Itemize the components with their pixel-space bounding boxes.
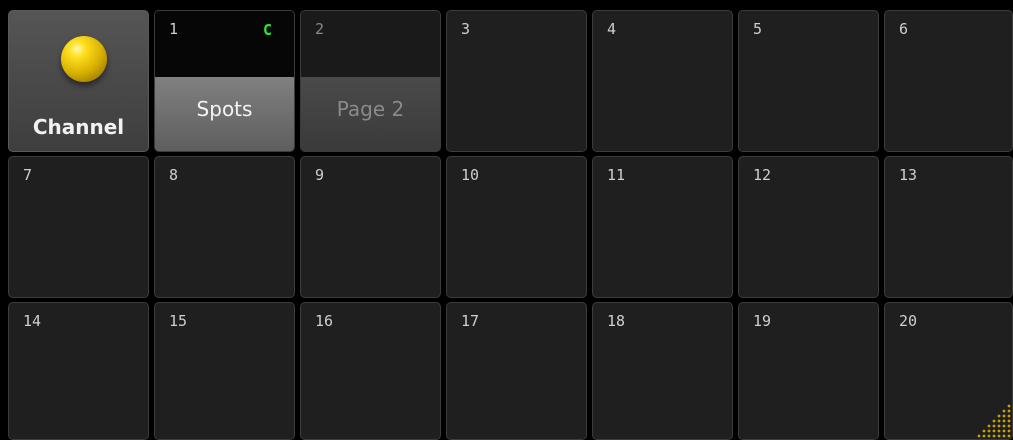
cell-number: 17 <box>461 312 480 330</box>
cell-number: 11 <box>607 166 626 184</box>
empty-pool-cell[interactable]: 17 <box>446 302 587 440</box>
empty-pool-cell[interactable]: 15 <box>154 302 295 440</box>
empty-pool-cell[interactable]: 9 <box>300 156 441 298</box>
empty-pool-cell[interactable]: 16 <box>300 302 441 440</box>
cell-number: 9 <box>315 166 325 184</box>
page-label: Page 2 <box>336 97 405 121</box>
cell-number: 10 <box>461 166 480 184</box>
empty-pool-cell[interactable]: 13 <box>884 156 1013 298</box>
empty-pool-cell[interactable]: 4 <box>592 10 733 152</box>
page-cell-2[interactable]: 2 Page 2 <box>300 10 441 152</box>
empty-pool-cell[interactable]: 6 <box>884 10 1013 152</box>
empty-pool-cell[interactable]: 5 <box>738 10 879 152</box>
empty-pool-cell[interactable]: 7 <box>8 156 149 298</box>
empty-pool-cell[interactable]: 18 <box>592 302 733 440</box>
page-label-area: Page 2 <box>301 77 440 151</box>
resize-grip-icon[interactable] <box>973 400 1013 440</box>
cell-number: 4 <box>607 20 617 38</box>
cell-number: 12 <box>753 166 772 184</box>
cell-number: 18 <box>607 312 626 330</box>
page-cell-1[interactable]: 1 C Spots <box>154 10 295 152</box>
pool-title-cell[interactable]: Channel <box>8 10 149 152</box>
page-label: Spots <box>196 97 253 121</box>
empty-pool-cell[interactable]: 11 <box>592 156 733 298</box>
cell-number: 16 <box>315 312 334 330</box>
page-label-area: Spots <box>155 77 294 151</box>
cell-number: 14 <box>23 312 42 330</box>
cell-number: 15 <box>169 312 188 330</box>
yellow-ball-icon <box>61 36 107 82</box>
current-page-flag: C <box>262 21 272 39</box>
cell-number: 5 <box>753 20 763 38</box>
cell-number: 19 <box>753 312 772 330</box>
empty-pool-cell[interactable]: 10 <box>446 156 587 298</box>
cell-number: 7 <box>23 166 33 184</box>
pool-title-label: Channel <box>32 115 125 139</box>
empty-pool-cell[interactable]: 3 <box>446 10 587 152</box>
cell-number: 8 <box>169 166 179 184</box>
cell-number: 6 <box>899 20 909 38</box>
page-pool: Channel 1 C Spots 2 Page 2 3 4 5 6 7 8 9… <box>0 0 1013 440</box>
page-number: 2 <box>315 20 325 38</box>
cell-number: 3 <box>461 20 471 38</box>
empty-pool-cell[interactable]: 8 <box>154 156 295 298</box>
page-number: 1 <box>169 20 179 38</box>
empty-pool-cell[interactable]: 19 <box>738 302 879 440</box>
cell-number: 13 <box>899 166 918 184</box>
empty-pool-cell[interactable]: 12 <box>738 156 879 298</box>
cell-number: 20 <box>899 312 918 330</box>
empty-pool-cell[interactable]: 14 <box>8 302 149 440</box>
